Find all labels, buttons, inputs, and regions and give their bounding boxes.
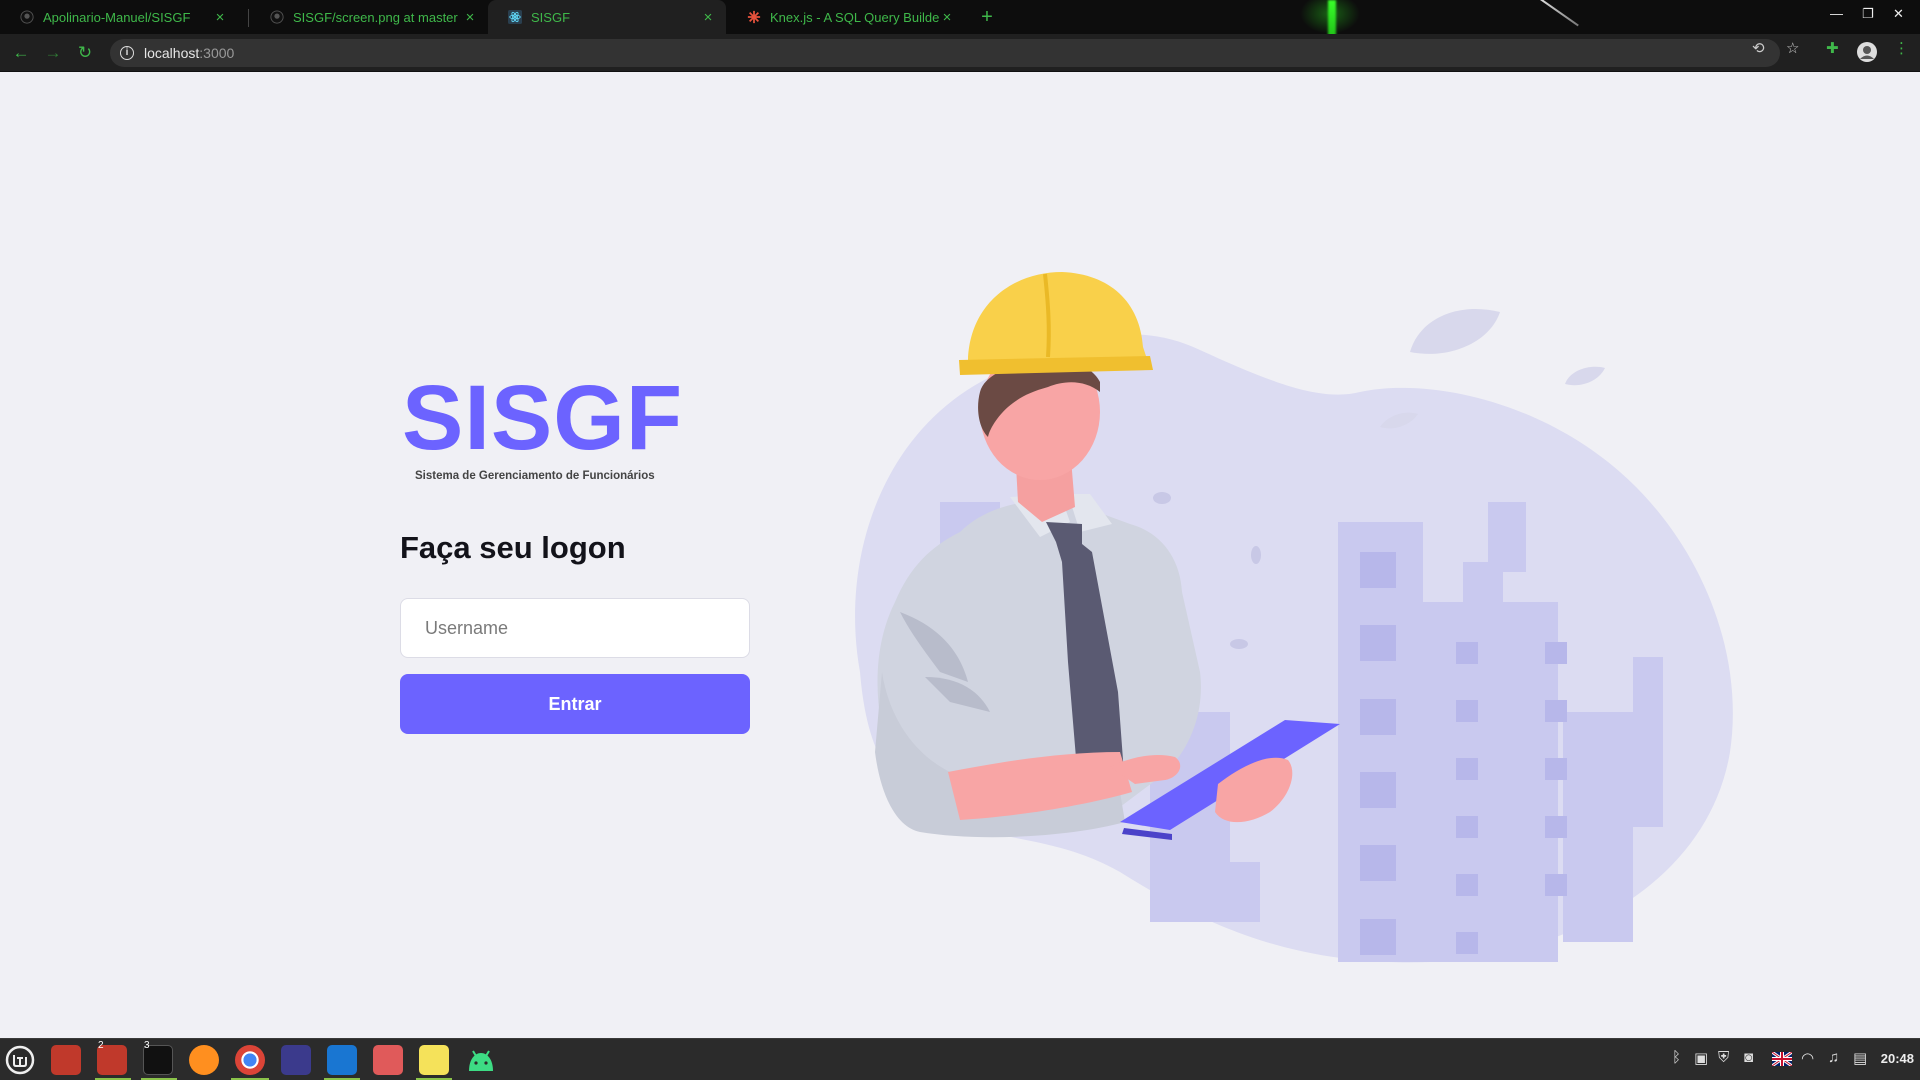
- url-text[interactable]: localhost:3000: [144, 45, 234, 61]
- url-host: localhost: [144, 45, 200, 61]
- github-icon: [20, 10, 34, 24]
- tab-title: Apolinario-Manuel/SISGF: [43, 9, 191, 25]
- tab-separator: [248, 9, 249, 27]
- bookmark-star-icon[interactable]: ☆: [1786, 39, 1799, 57]
- back-button[interactable]: ←: [10, 42, 32, 64]
- shield-icon[interactable]: ⛨: [1718, 1049, 1729, 1066]
- minimize-button[interactable]: —: [1830, 6, 1843, 21]
- page-content: SISGF Sistema de Gerenciamento de Funcio…: [0, 72, 1920, 1038]
- chrome-icon[interactable]: [235, 1045, 265, 1075]
- clipboard-icon[interactable]: ▣: [1694, 1049, 1708, 1067]
- terminal-badge: 3: [144, 1040, 150, 1051]
- screenshot-icon[interactable]: ◙: [1744, 1049, 1753, 1066]
- media-player-icon[interactable]: [281, 1045, 311, 1075]
- hard-hat: [962, 272, 1148, 366]
- system-taskbar: 2 3 ᛒ ▣ ⛨ ◙ ◠ ♫ ▤ 20:48: [0, 1038, 1920, 1080]
- tab-close-icon[interactable]: ×: [212, 9, 228, 26]
- browser-tab-strip: Apolinario-Manuel/SISGF × SISGF/screen.p…: [0, 0, 1920, 34]
- tab-title: Knex.js - A SQL Query Builder: [770, 9, 939, 25]
- tab-sisgf-screen[interactable]: SISGF/screen.png at master · A ×: [250, 0, 488, 34]
- react-icon: [508, 10, 522, 24]
- login-section: SISGF Sistema de Gerenciamento de Funcio…: [400, 372, 750, 734]
- browser-menu-icon[interactable]: ⋮: [1894, 39, 1909, 57]
- mint-menu-icon[interactable]: [5, 1045, 35, 1075]
- wifi-icon[interactable]: ◠: [1801, 1049, 1814, 1067]
- taskbar-clock[interactable]: 20:48: [1881, 1051, 1914, 1066]
- extensions-icon[interactable]: ✚: [1826, 39, 1839, 57]
- url-port: :3000: [199, 45, 235, 61]
- app-logo-subtitle: Sistema de Gerenciamento de Funcionários: [415, 470, 655, 482]
- tab-close-icon[interactable]: ×: [939, 9, 955, 26]
- tab-apolinario-sisgf[interactable]: Apolinario-Manuel/SISGF ×: [0, 0, 238, 34]
- reload-button[interactable]: ↻: [74, 42, 96, 64]
- firefox-icon[interactable]: [189, 1045, 219, 1075]
- browser-toolbar: ← → ↻ i localhost:3000 ⟲ ☆ ✚ ⋮: [0, 34, 1920, 72]
- app-logo: SISGF: [402, 367, 684, 469]
- android-studio-icon[interactable]: [465, 1045, 497, 1075]
- tab-title: SISGF: [531, 9, 571, 25]
- login-submit-button[interactable]: Entrar: [400, 674, 750, 734]
- tab-close-icon[interactable]: ×: [462, 9, 478, 26]
- login-heading: Faça seu logon: [400, 530, 626, 565]
- restore-button[interactable]: ❐: [1862, 6, 1874, 22]
- file-manager-icon[interactable]: [51, 1045, 81, 1075]
- files-badge: 2: [98, 1040, 104, 1051]
- notes-icon[interactable]: [419, 1045, 449, 1075]
- close-window-button[interactable]: ✕: [1893, 6, 1904, 22]
- tab-title: SISGF/screen.png at master · A: [293, 9, 462, 25]
- tab-close-icon[interactable]: ×: [700, 9, 716, 26]
- github-icon: [270, 10, 284, 24]
- battery-icon[interactable]: ▤: [1853, 1049, 1867, 1067]
- translate-icon[interactable]: ⟲: [1752, 39, 1765, 57]
- knex-icon: [747, 10, 761, 24]
- wallpaper-streak: [1540, 0, 1579, 27]
- address-bar[interactable]: i localhost:3000: [110, 39, 1780, 67]
- forward-button[interactable]: →: [42, 42, 64, 64]
- uk-flag-keyboard-layout-icon[interactable]: [1772, 1052, 1792, 1066]
- new-tab-button[interactable]: +: [975, 6, 999, 30]
- tab-sisgf[interactable]: SISGF ×: [488, 0, 726, 34]
- site-info-icon[interactable]: i: [120, 46, 134, 60]
- bluetooth-icon[interactable]: ᛒ: [1672, 1049, 1681, 1066]
- vscode-icon[interactable]: [327, 1045, 357, 1075]
- engineer-illustration: [855, 272, 1733, 963]
- username-input[interactable]: [400, 598, 750, 658]
- wallpaper-green-light: [1328, 0, 1336, 34]
- beekeeper-icon[interactable]: [373, 1045, 403, 1075]
- profile-avatar-icon[interactable]: [1856, 41, 1878, 63]
- tab-knex[interactable]: Knex.js - A SQL Query Builder ×: [727, 0, 965, 34]
- sound-icon[interactable]: ♫: [1828, 1049, 1839, 1066]
